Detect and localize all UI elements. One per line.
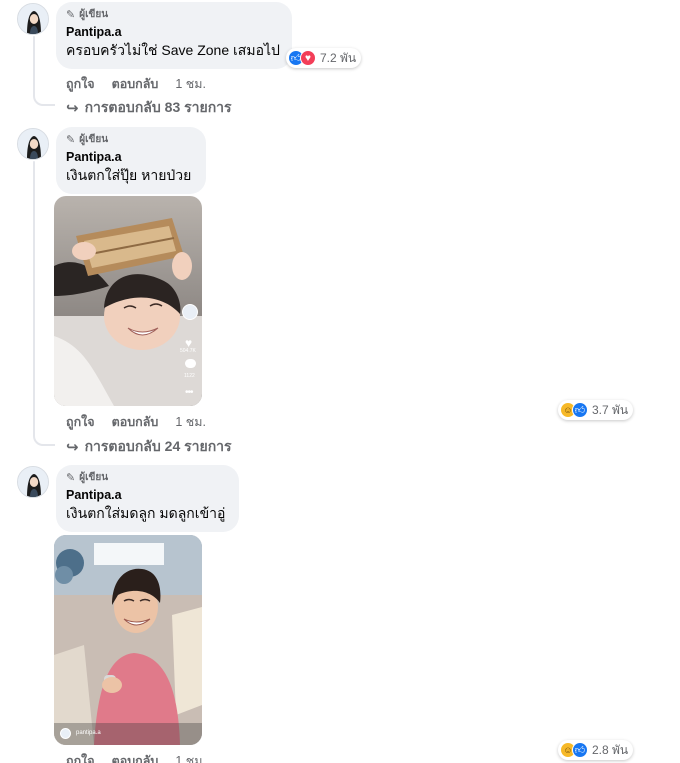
video-comments-count: 1122 [184,373,195,379]
author-badge: ✎ ผู้เขียน [66,8,282,21]
reaction-count: 2.8 พัน [592,742,629,757]
reply-button[interactable]: ตอบกลับ [112,751,159,763]
timestamp[interactable]: 1 ชม. [175,412,206,432]
photo-image [54,535,202,745]
comment-bubble: ✎ ผู้เขียน Pantipa.a เงินตกใส่ปุ๊ย หายป่… [56,127,206,194]
reply-arrow-icon: ↪ [66,100,79,117]
comment-text: เงินตกใส่ปุ๊ย หายป่วย [66,167,192,183]
replies-count-label: การตอบกลับ 83 รายการ [84,99,232,115]
love-icon: ♥ [300,50,316,66]
comment-bubble: ✎ ผู้เขียน Pantipa.a เงินตกใส่มดลูก มดลู… [56,465,239,532]
comment-1: ✎ ผู้เขียน Pantipa.a ครอบครัวไม่ใช่ Save… [0,0,680,120]
replies-count-label: การตอบกลับ 24 รายการ [84,438,232,454]
thread-connector [33,432,55,446]
view-replies-link[interactable]: ↪ การตอบกลับ 83 รายการ [66,97,232,119]
author-badge-label: ผู้เขียน [79,134,109,145]
reaction-count: 3.7 พัน [592,402,629,417]
reply-button[interactable]: ตอบกลับ [112,74,159,94]
author-badge-label: ผู้เขียน [79,472,109,483]
more-icon[interactable]: ••• [185,387,193,398]
creator-avatar-icon[interactable] [182,304,198,320]
comment-text: ครอบครัวไม่ใช่ Save Zone เสมอไป [66,42,280,58]
like-icon: 👍︎ [572,742,588,758]
comment-actions: ถูกใจ ตอบกลับ 1 ชม. [66,74,206,94]
comment-actions: ถูกใจ ตอบกลับ 1 ชม. [66,412,206,432]
comment-bubble: ✎ ผู้เขียน Pantipa.a ครอบครัวไม่ใช่ Save… [56,2,292,69]
avatar[interactable] [17,3,49,35]
comment-text: เงินตกใส่มดลูก มดลูกเข้าอู่ [66,505,226,521]
author-name[interactable]: Pantipa.a [66,24,282,40]
avatar-image [18,4,48,34]
avatar-image [18,467,48,497]
creator-avatar-icon [60,728,71,739]
video-frame-image [54,196,202,406]
timestamp[interactable]: 1 ชม. [175,74,206,94]
avatar[interactable] [17,466,49,498]
comment-2: ✎ ผู้เขียน Pantipa.a เงินตกใส่ปุ๊ย หายป่… [0,125,680,460]
author-badge: ✎ ผู้เขียน [66,471,229,484]
photo-watermark: pantipa.a [76,730,101,736]
attached-photo-thumbnail[interactable]: pantipa.a [54,535,202,745]
reaction-summary[interactable]: 👍︎ ♥ 7.2 พัน [286,48,362,68]
pencil-icon: ✎ [66,9,76,21]
attached-video-thumbnail[interactable]: ♥ 504.7K 1122 ••• [54,196,202,406]
like-button[interactable]: ถูกใจ [66,751,95,763]
reply-button[interactable]: ตอบกลับ [112,412,159,432]
author-name[interactable]: Pantipa.a [66,487,229,503]
author-name[interactable]: Pantipa.a [66,149,196,165]
author-badge: ✎ ผู้เขียน [66,133,196,146]
reaction-summary[interactable]: ☺ 👍︎ 3.7 พัน [558,400,634,420]
view-replies-link[interactable]: ↪ การตอบกลับ 24 รายการ [66,436,232,458]
comment-3: ✎ ผู้เขียน Pantipa.a เงินตกใส่มดลูก มดลู… [0,463,680,763]
author-badge-label: ผู้เขียน [79,9,109,20]
like-button[interactable]: ถูกใจ [66,74,95,94]
pencil-icon: ✎ [66,472,76,484]
pencil-icon: ✎ [66,134,76,146]
like-button[interactable]: ถูกใจ [66,412,95,432]
comment-bubble-icon[interactable] [185,359,196,368]
comment-actions: ถูกใจ ตอบกลับ 1 ชม. [66,751,206,763]
thread-line [33,36,35,94]
thread-connector [33,92,55,106]
reaction-summary[interactable]: ☺ 👍︎ 2.8 พัน [558,740,634,760]
like-icon: 👍︎ [572,402,588,418]
avatar-image [18,129,48,159]
reaction-count: 7.2 พัน [320,50,357,65]
avatar[interactable] [17,128,49,160]
reply-arrow-icon: ↪ [66,439,79,456]
video-likes-count: 504.7K [180,348,196,354]
timestamp[interactable]: 1 ชม. [175,751,206,763]
thread-line [33,161,35,435]
